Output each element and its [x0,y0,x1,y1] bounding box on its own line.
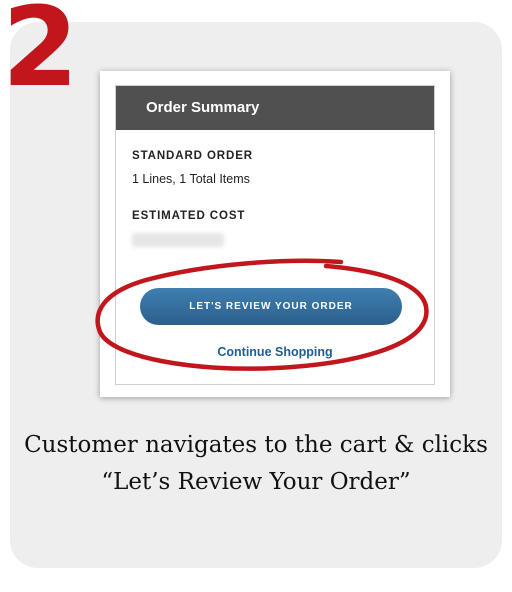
order-summary-screenshot: Order Summary STANDARD ORDER 1 Lines, 1 … [100,71,450,397]
order-summary-panel: Order Summary STANDARD ORDER 1 Lines, 1 … [115,85,435,385]
review-order-button[interactable]: LET'S REVIEW YOUR ORDER [140,288,402,325]
order-summary-header: Order Summary [116,86,434,130]
step-number: 2 [2,0,79,111]
order-type-label: STANDARD ORDER [132,150,253,162]
step-caption: Customer navigates to the cart & clicks … [24,432,488,495]
line-count-text: 1 Lines, 1 Total Items [132,172,250,186]
estimated-cost-label: ESTIMATED COST [132,210,246,222]
estimated-cost-value-redacted [132,233,224,247]
continue-shopping-link[interactable]: Continue Shopping [116,345,434,359]
